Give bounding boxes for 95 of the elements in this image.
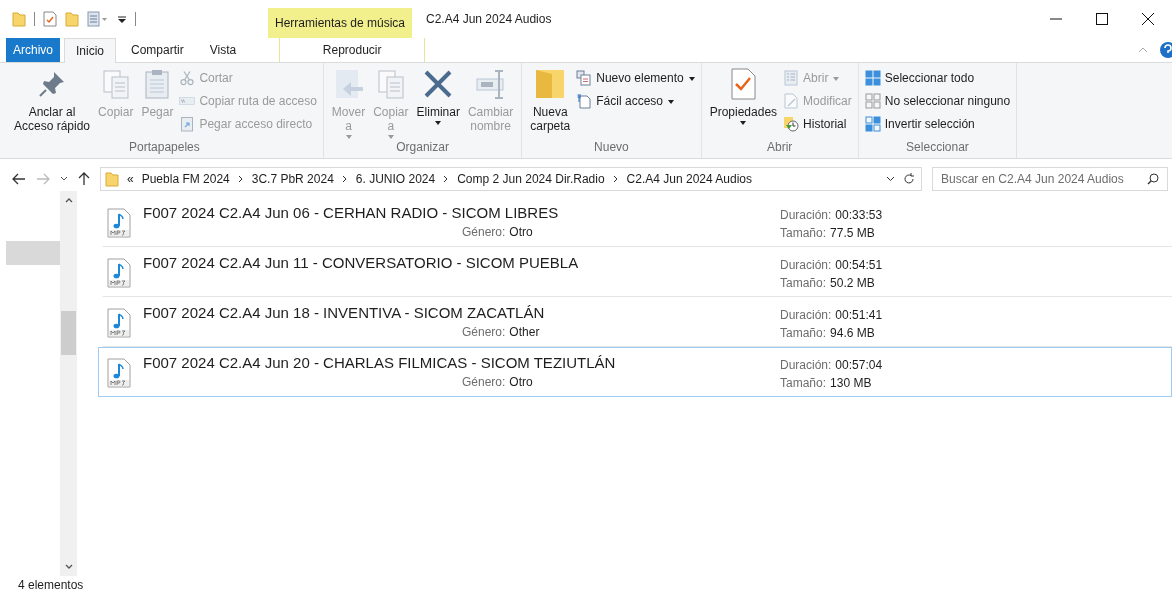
ribbon-tab[interactable]: Archivo (6, 38, 60, 62)
property-label: Duración: (780, 307, 832, 324)
ribbon-button[interactable]: Fácil acceso (576, 92, 695, 110)
property-label: Tamaño: (780, 325, 827, 342)
dropdown-caret-icon[interactable] (886, 176, 895, 182)
breadcrumb[interactable]: 6. JUNIO 2024 (355, 172, 436, 186)
property-label: Duración: (780, 357, 832, 374)
file-name: F007 2024 C2.A4 Jun 11 - CONVERSATORIO - SICOM PUEBLA (143, 254, 580, 271)
properties-icon[interactable] (43, 11, 57, 27)
ribbon-button[interactable]: Historial (783, 115, 852, 133)
breadcrumb[interactable]: Puebla FM 2024 (141, 172, 230, 186)
folder-icon (534, 67, 567, 101)
search-field[interactable]: Buscar en C2.A4 Jun 2024 Audios (932, 167, 1168, 191)
contextual-tab-header: Herramientas de música (268, 8, 412, 38)
scrollbar[interactable] (60, 191, 77, 576)
property-value: 00:33:53 (835, 207, 883, 224)
property-label: Tamaño: (780, 375, 827, 392)
group-label: Portapapeles (128, 140, 201, 156)
file-name: F007 2024 C2.A4 Jun 06 - CERHAN RADIO - SICOM LIBRES (143, 204, 560, 221)
edit-icon (783, 93, 800, 109)
select-none-icon (864, 93, 881, 109)
scroll-down-icon[interactable] (64, 564, 73, 570)
ribbon-button[interactable]: Anclar al Acceso rápido (12, 67, 93, 140)
invert-selection-icon (864, 116, 881, 132)
property-value: 130 MB (830, 375, 872, 392)
property-label: Tamaño: (780, 225, 827, 242)
property-value: 50.2 MB (830, 275, 875, 292)
property-label: Duración: (780, 257, 832, 274)
ribbon-button[interactable]: Nuevo elemento (576, 69, 695, 87)
property-label: Tamaño: (780, 275, 827, 292)
audio-file-icon (107, 258, 131, 288)
audio-file-icon (107, 358, 131, 388)
property-value: 94.6 MB (830, 325, 875, 342)
document-icon (576, 93, 593, 109)
close-icon[interactable] (1142, 13, 1154, 25)
ribbon-button[interactable]: Eliminar (414, 67, 462, 140)
property-value: 00:51:41 (835, 307, 883, 324)
ribbon-tab[interactable]: Inicio (64, 38, 117, 63)
up-arrow-icon[interactable] (78, 172, 90, 186)
ribbon-button[interactable]: Seleccionar todo (864, 69, 1011, 87)
property-value: Other (509, 324, 540, 341)
ribbon-button[interactable]: Propiedades (707, 67, 780, 140)
breadcrumb[interactable]: Comp 2 Jun 2024 Dir.Radio (457, 172, 605, 186)
status-text: 4 elementos (17, 577, 85, 594)
help-icon[interactable] (1160, 42, 1172, 58)
file-name: F007 2024 C2.A4 Jun 20 - CHARLAS FILMICAS - SICOM TEZIUTLÁN (143, 354, 617, 371)
overflow-chevron[interactable]: « (127, 172, 134, 186)
chevron-icon[interactable] (443, 175, 450, 183)
file-row[interactable]: F007 2024 C2.A4 Jun 06 - CERHAN RADIO - SICOM LIBRES Género: Otro Duración: 00:33:53 Tamaño: 77.5 MB (102, 197, 1172, 247)
select-all-icon (864, 70, 881, 86)
property-value: 00:54:51 (835, 257, 883, 274)
property-label: Género: (462, 324, 506, 341)
ribbon-button[interactable]: Nueva carpeta (528, 67, 573, 140)
chevron-icon[interactable] (612, 175, 619, 183)
scissors-icon (179, 70, 196, 86)
group-label: Organizar (395, 140, 450, 156)
property-label: Duración: (780, 207, 832, 224)
open-icon (783, 70, 800, 86)
property-label: Género: (462, 224, 506, 241)
property-value: Otro (509, 224, 533, 241)
property-label: Género: (462, 374, 506, 391)
back-arrow-icon[interactable] (12, 173, 26, 185)
ribbon-tab[interactable]: Compartir (120, 38, 195, 62)
ribbon-tab[interactable]: Reproducir (279, 38, 426, 62)
group-label: Seleccionar (905, 140, 970, 156)
breadcrumb[interactable]: 3C.7 PbR 2024 (251, 172, 334, 186)
scroll-thumb[interactable] (61, 311, 76, 355)
rename-icon (474, 67, 507, 101)
breadcrumb[interactable]: C2.A4 Jun 2024 Audios (626, 172, 753, 186)
ribbon-button[interactable]: Invertir selección (864, 115, 1011, 133)
new-item-icon (576, 70, 593, 86)
file-row[interactable]: F007 2024 C2.A4 Jun 11 - CONVERSATORIO - SICOM PUEBLA Duración: 00:54:51 Tamaño: 50.2 MB (102, 247, 1172, 297)
recent-caret-icon[interactable] (60, 176, 68, 182)
property-value: 77.5 MB (830, 225, 875, 242)
audio-file-icon (107, 308, 131, 338)
property-value: 00:57:04 (835, 357, 883, 374)
chevron-icon[interactable] (341, 175, 348, 183)
ribbon-tab[interactable]: Vista (198, 38, 248, 62)
file-name: F007 2024 C2.A4 Jun 18 - INVENTIVA - SICOM ZACATLÁN (143, 304, 546, 321)
group-label: Abrir (766, 140, 794, 156)
property-value: Otro (509, 374, 533, 391)
search-icon (1147, 173, 1159, 185)
group-label: Nuevo (593, 140, 630, 156)
folder-icon (105, 171, 119, 187)
address-bar[interactable]: « Puebla FM 2024 3C.7 PbR 2024 6. JUNIO 2024 Comp 2 Jun 2024 Dir.Radio C2.A4 Jun 2024 Audios (100, 167, 922, 191)
shortcut-icon (179, 116, 196, 132)
chevron-icon[interactable] (237, 175, 244, 183)
maximize-icon[interactable] (1096, 13, 1108, 25)
audio-file-icon (107, 208, 131, 238)
history-icon (783, 116, 800, 132)
refresh-icon[interactable] (903, 173, 915, 185)
file-row[interactable]: F007 2024 C2.A4 Jun 20 - CHARLAS FILMICAS - SICOM TEZIUTLÁN Género: Otro Duración: 00:57:04 Tamaño: 130 MB (98, 347, 1172, 397)
window-title: C2.A4 Jun 2024 Audios (426, 12, 553, 26)
ribbon-button[interactable]: No seleccionar ninguno (864, 92, 1011, 110)
scroll-up-icon[interactable] (64, 197, 73, 203)
